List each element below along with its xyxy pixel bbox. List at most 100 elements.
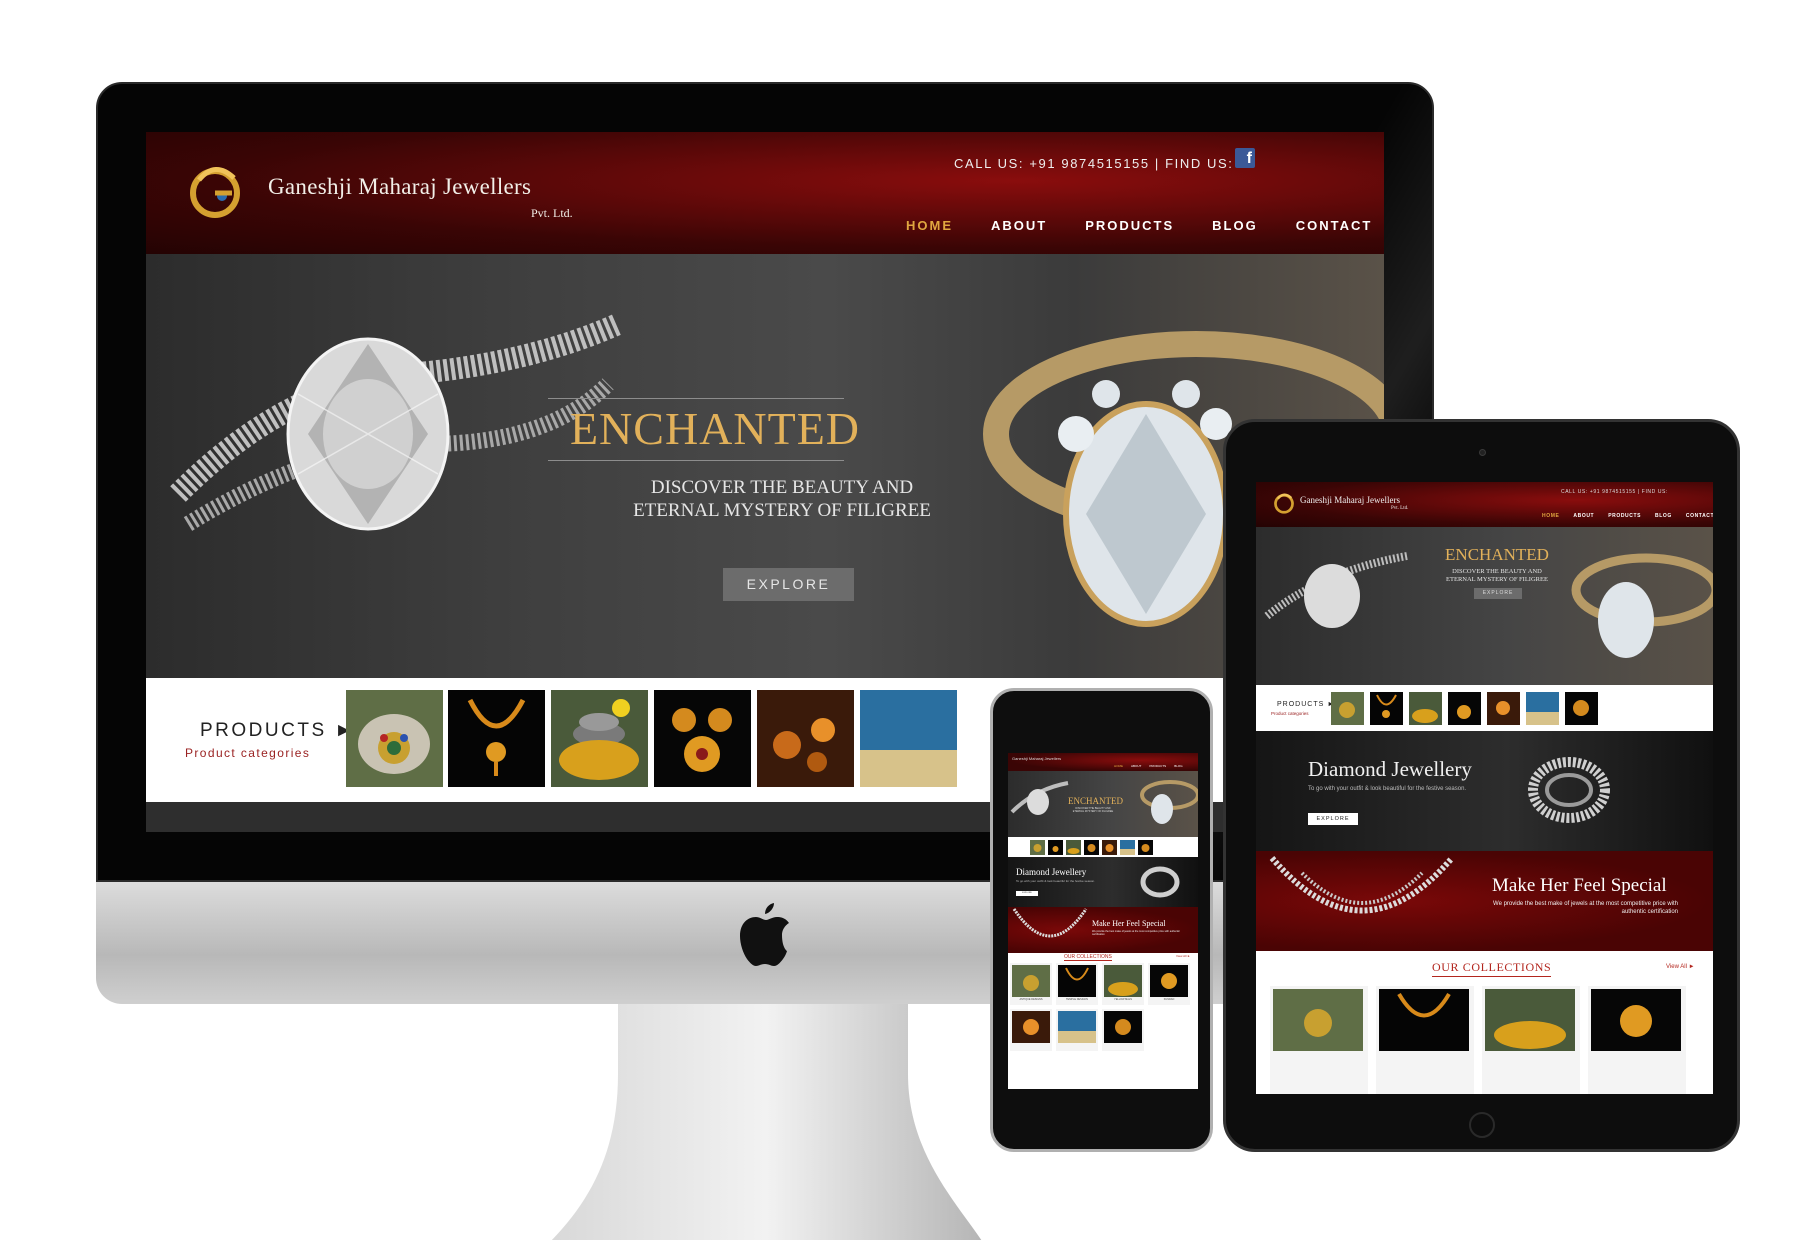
phone-product-thumb[interactable]: [1120, 840, 1135, 855]
tablet-collection-card[interactable]: [1376, 986, 1474, 1094]
phone-site-header: Ganeshji Maharaj Jewellers HOME ABOUT PR…: [1008, 753, 1198, 771]
phone-collection-card[interactable]: [1102, 1009, 1144, 1051]
tablet-home-button[interactable]: [1469, 1112, 1495, 1138]
tablet-screen: Ganeshji Maharaj Jewellers Pvt. Ltd. CAL…: [1256, 482, 1713, 1094]
tablet-collection-card[interactable]: [1270, 986, 1368, 1094]
product-thumb-beach[interactable]: [860, 690, 957, 787]
phone-collection-card[interactable]: YELLOW MALS: [1102, 963, 1144, 1005]
tablet-main-nav: HOME ABOUT PRODUCTS BLOG CONTACT: [1542, 513, 1713, 519]
phone-product-thumb[interactable]: [1138, 840, 1153, 855]
tablet-special-subtitle: We provide the best make of jewels at th…: [1493, 901, 1678, 915]
phone-collections-title: OUR COLLECTIONS: [1064, 954, 1112, 961]
diamond-necklace-image: [1012, 908, 1088, 938]
tablet-product-thumb[interactable]: [1331, 692, 1364, 725]
phone-nav-blog[interactable]: BLOG: [1174, 764, 1182, 768]
peacock-logo-icon[interactable]: [184, 160, 246, 222]
hero-subtitle: DISCOVER THE BEAUTY AND ETERNAL MYSTERY …: [612, 476, 952, 522]
diamond-ring-image: [1010, 781, 1069, 815]
phone-product-thumb[interactable]: [1102, 840, 1117, 855]
nav-products[interactable]: PRODUCTS: [1085, 218, 1174, 233]
phone-product-thumb[interactable]: [1048, 840, 1063, 855]
collection-label: YELLOW MALS: [1114, 998, 1132, 1001]
tablet-product-thumb[interactable]: [1526, 692, 1559, 725]
phone-diamond-explore-button[interactable]: EXPLORE: [1016, 891, 1038, 896]
products-label: PRODUCTS: [200, 720, 327, 741]
collection-image: [1273, 989, 1363, 1051]
phone-collection-card[interactable]: [1010, 1009, 1052, 1051]
tablet-hero-title: ENCHANTED: [1445, 545, 1549, 564]
diamond-band-ring-image: [1140, 866, 1180, 898]
collection-image: [1150, 965, 1188, 997]
collection-image: [1058, 1011, 1096, 1043]
phone-collection-card[interactable]: ANTIQUE DESIGNS: [1010, 963, 1052, 1005]
collection-image: [1012, 1011, 1050, 1043]
brand-name[interactable]: Ganeshji Maharaj Jewellers: [268, 174, 531, 200]
nav-blog[interactable]: BLOG: [1212, 218, 1258, 233]
collection-image: [1591, 989, 1681, 1051]
peacock-logo-icon[interactable]: [1272, 491, 1296, 515]
phone-hero-title: ENCHANTED: [1068, 796, 1123, 806]
collection-image: [1104, 965, 1142, 997]
tablet-products-subtitle: Product categories: [1271, 711, 1309, 716]
diamond-band-ring-image: [1528, 757, 1610, 823]
hero-subtitle-line1: DISCOVER THE BEAUTY AND: [650, 477, 914, 498]
tablet-view-all-link[interactable]: View All ►: [1666, 964, 1695, 970]
tablet-nav-products[interactable]: PRODUCTS: [1608, 513, 1641, 519]
phone-diamond-title: Diamond Jewellery: [1016, 867, 1087, 877]
phone-view-all-link[interactable]: View All ►: [1176, 954, 1190, 958]
tablet-nav-about[interactable]: ABOUT: [1573, 513, 1594, 519]
brand-subtitle: Pvt. Ltd.: [531, 206, 573, 220]
tablet-products-strip: PRODUCTS ► Product categories: [1256, 685, 1713, 731]
tablet-products-heading[interactable]: PRODUCTS ►: [1277, 701, 1335, 708]
tablet-hero-subtitle-line2: ETERNAL MYSTERY OF FILIGREE: [1446, 576, 1548, 583]
phone-product-thumb[interactable]: [1030, 840, 1045, 855]
phone-main-nav: HOME ABOUT PRODUCTS BLOG: [1114, 764, 1183, 768]
products-heading[interactable]: PRODUCTS ►: [200, 720, 356, 742]
phone-collection-card[interactable]: KUNDAN: [1148, 963, 1190, 1005]
tablet-product-thumb[interactable]: [1487, 692, 1520, 725]
tablet-collections-title: OUR COLLECTIONS: [1432, 960, 1552, 977]
hero-divider-bottom: [548, 460, 844, 461]
phone-collection-card[interactable]: TEMPLE DESIGNS: [1056, 963, 1098, 1005]
facebook-icon[interactable]: f: [1235, 148, 1255, 168]
phone-nav-about[interactable]: ABOUT: [1131, 764, 1141, 768]
phone-brand-name[interactable]: Ganeshji Maharaj Jewellers: [1012, 756, 1061, 761]
phone-nav-home[interactable]: HOME: [1114, 764, 1123, 768]
nav-contact[interactable]: CONTACT: [1296, 218, 1373, 233]
tablet-product-thumb[interactable]: [1565, 692, 1598, 725]
tablet-nav-home[interactable]: HOME: [1542, 513, 1559, 519]
gold-diamond-ring-image: [1571, 553, 1713, 658]
nav-about[interactable]: ABOUT: [991, 218, 1047, 233]
tablet-diamond-explore-button[interactable]: EXPLORE: [1308, 813, 1358, 825]
tablet-nav-blog[interactable]: BLOG: [1655, 513, 1672, 519]
product-thumb-stones-set[interactable]: [551, 690, 648, 787]
phone-product-thumb[interactable]: [1066, 840, 1081, 855]
phone-hero-subtitle: DISCOVER THE BEAUTY AND ETERNAL MYSTERY …: [1068, 807, 1118, 813]
tablet-product-thumb[interactable]: [1409, 692, 1442, 725]
nav-home[interactable]: HOME: [906, 218, 953, 233]
tablet-collection-card[interactable]: [1482, 986, 1580, 1094]
hero-banner: ENCHANTED DISCOVER THE BEAUTY AND ETERNA…: [146, 254, 1384, 678]
tablet-brand-name[interactable]: Ganeshji Maharaj Jewellers: [1300, 495, 1400, 505]
tablet-special-title: Make Her Feel Special: [1492, 875, 1667, 896]
product-thumb-gold-pieces[interactable]: [757, 690, 854, 787]
product-thumb-necklace[interactable]: [448, 690, 545, 787]
product-thumb-antique[interactable]: [346, 690, 443, 787]
tablet-product-thumb[interactable]: [1370, 692, 1403, 725]
tablet-product-thumb[interactable]: [1448, 692, 1481, 725]
collection-label: ANTIQUE DESIGNS: [1019, 998, 1043, 1001]
phone-collection-card[interactable]: [1056, 1009, 1098, 1051]
tablet-device: Ganeshji Maharaj Jewellers Pvt. Ltd. CAL…: [1223, 419, 1740, 1152]
tablet-nav-contact[interactable]: CONTACT: [1686, 513, 1713, 519]
product-thumb-earrings[interactable]: [654, 690, 751, 787]
phone-nav-products[interactable]: PRODUCTS: [1149, 764, 1166, 768]
contact-line: CALL US: +91 9874515155 | FIND US:: [954, 156, 1234, 171]
explore-button[interactable]: EXPLORE: [723, 568, 854, 601]
collection-image: [1379, 989, 1469, 1051]
tablet-collection-card[interactable]: [1588, 986, 1686, 1094]
phone-product-thumb[interactable]: [1084, 840, 1099, 855]
phone-device: Ganeshji Maharaj Jewellers HOME ABOUT PR…: [990, 688, 1213, 1152]
collection-label: KUNDAN: [1163, 998, 1175, 1001]
tablet-explore-button[interactable]: EXPLORE: [1474, 588, 1522, 599]
hero-divider-top: [548, 398, 844, 399]
